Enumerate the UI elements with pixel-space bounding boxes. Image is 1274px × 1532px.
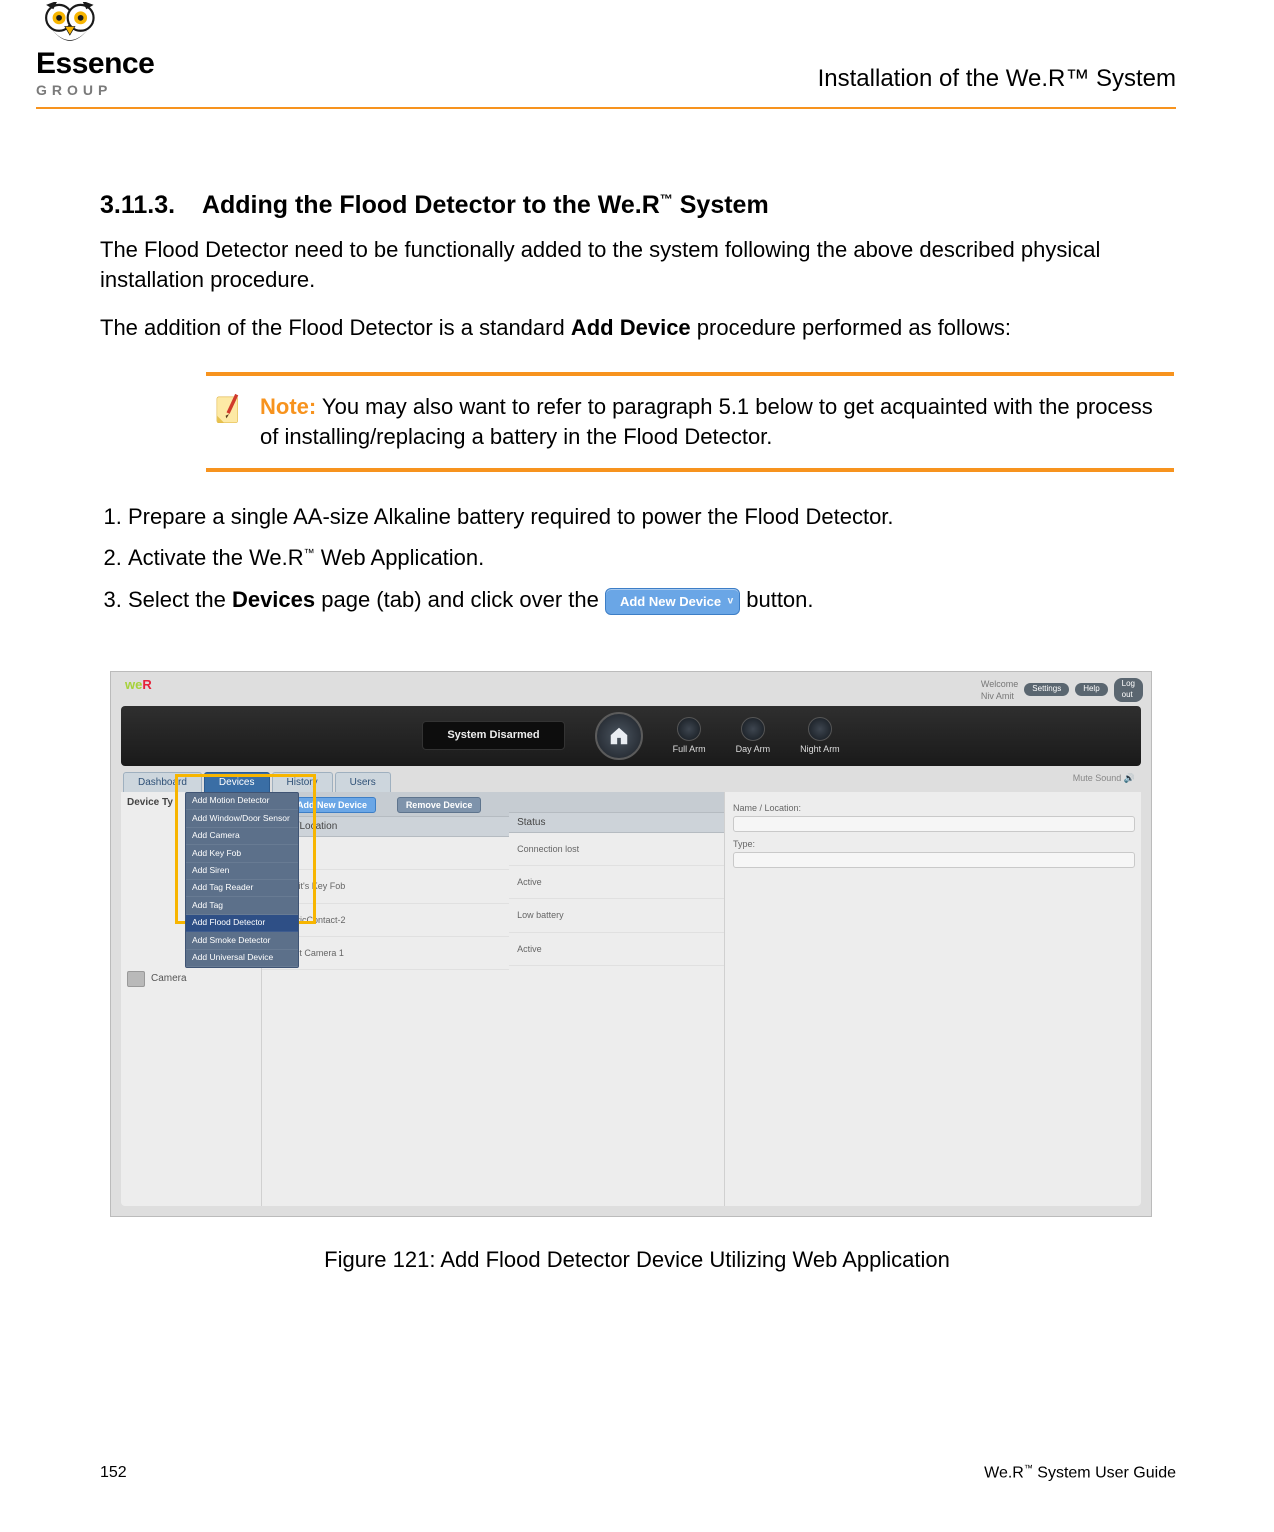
home-icon[interactable] bbox=[595, 712, 643, 760]
footer-guide-title: We.R™ System User Guide bbox=[984, 1462, 1176, 1484]
dd-flood-detector[interactable]: Add Flood Detector bbox=[186, 915, 298, 932]
note-label: Note: bbox=[260, 394, 316, 419]
status-column-header: Status bbox=[509, 813, 724, 834]
dd-tag[interactable]: Add Tag bbox=[186, 897, 298, 914]
camera-icon bbox=[127, 971, 145, 987]
detail-panel: Name / Location: Type: bbox=[725, 792, 1141, 1206]
header-chapter-title: Installation of the We.R™ System bbox=[818, 63, 1176, 99]
tm-mark: ™ bbox=[660, 192, 673, 207]
table-row: Active bbox=[509, 933, 724, 966]
tab-dashboard[interactable]: Dashboard bbox=[123, 772, 202, 793]
dd-universal[interactable]: Add Universal Device bbox=[186, 950, 298, 967]
tab-users[interactable]: Users bbox=[335, 772, 391, 793]
table-row[interactable]: Niv Test Camera 1 bbox=[262, 937, 509, 970]
main-tabs: Dashboard Devices History Users bbox=[123, 772, 393, 793]
table-row[interactable]: Niv Amit's Key Fob bbox=[262, 870, 509, 903]
dd-siren[interactable]: Add Siren bbox=[186, 863, 298, 880]
app-logo: weR bbox=[125, 676, 152, 694]
dd-keyfob[interactable]: Add Key Fob bbox=[186, 845, 298, 862]
dd-motion[interactable]: Add Motion Detector bbox=[186, 793, 298, 810]
figure-screenshot: weR Welcome Niv Amit Settings Help Log o… bbox=[110, 671, 1152, 1217]
section-title-suffix: System bbox=[673, 191, 769, 219]
settings-button[interactable]: Settings bbox=[1024, 683, 1069, 696]
note-text: Note: You may also want to refer to para… bbox=[260, 392, 1164, 451]
numbered-steps: Prepare a single AA-size Alkaline batter… bbox=[100, 502, 1174, 615]
add-remove-toolbar: Add New Device Remove Device bbox=[262, 792, 509, 817]
add-device-dropdown[interactable]: Add Motion Detector Add Window/Door Sens… bbox=[185, 792, 299, 969]
step-2: Activate the We.R™ Web Application. bbox=[128, 543, 1174, 573]
step-3: Select the Devices page (tab) and click … bbox=[128, 585, 1174, 615]
tab-devices[interactable]: Devices bbox=[204, 772, 270, 793]
brand-logo: Essence GROUP bbox=[36, 2, 154, 99]
dd-camera[interactable]: Add Camera bbox=[186, 828, 298, 845]
page-footer: 152 We.R™ System User Guide bbox=[100, 1462, 1176, 1484]
table-row: Low battery bbox=[509, 899, 724, 932]
figure-caption: Figure 121: Add Flood Detector Device Ut… bbox=[100, 1245, 1174, 1275]
note-callout: Note: You may also want to refer to para… bbox=[206, 372, 1174, 471]
section-heading: 3.11.3. Adding the Flood Detector to the… bbox=[100, 189, 1174, 223]
welcome-text: Welcome Niv Amit bbox=[981, 678, 1018, 702]
help-button[interactable]: Help bbox=[1075, 683, 1107, 696]
step-1: Prepare a single AA-size Alkaline batter… bbox=[128, 502, 1174, 532]
owl-icon bbox=[36, 2, 108, 48]
dd-tag-reader[interactable]: Add Tag Reader bbox=[186, 880, 298, 897]
day-arm-button[interactable]: Day Arm bbox=[736, 717, 771, 755]
table-row[interactable]: MagneticContact-2 bbox=[262, 904, 509, 937]
table-row: Connection lost bbox=[509, 833, 724, 866]
note-bottom-bar bbox=[206, 468, 1174, 472]
table-row[interactable]: Siren-1 bbox=[262, 837, 509, 870]
status-bar: System Disarmed Full Arm Day Arm Night A… bbox=[121, 706, 1141, 766]
section-number: 3.11.3. bbox=[100, 191, 175, 219]
page-number: 152 bbox=[100, 1462, 127, 1484]
page-header: Essence GROUP Installation of the We.R™ … bbox=[0, 0, 1274, 99]
remove-device-button[interactable]: Remove Device bbox=[397, 797, 482, 813]
table-row: Active bbox=[509, 866, 724, 899]
night-arm-button[interactable]: Night Arm bbox=[800, 717, 840, 755]
type-field-label: Type: bbox=[733, 838, 1133, 850]
logout-button[interactable]: Log out bbox=[1114, 678, 1143, 702]
logo-word: Essence bbox=[36, 44, 154, 85]
name-column-header: Name/Location bbox=[262, 817, 509, 838]
chevron-down-icon: v bbox=[728, 593, 734, 610]
name-field[interactable] bbox=[733, 816, 1135, 832]
note-icon bbox=[212, 392, 246, 426]
section-title-prefix: Adding the Flood Detector to the We.R bbox=[202, 191, 660, 219]
name-field-label: Name / Location: bbox=[733, 802, 1133, 814]
arm-status: System Disarmed bbox=[422, 721, 564, 750]
dd-window-door[interactable]: Add Window/Door Sensor bbox=[186, 810, 298, 827]
dd-smoke-detector[interactable]: Add Smoke Detector bbox=[186, 932, 298, 949]
type-field[interactable] bbox=[733, 852, 1135, 868]
logo-subtitle: GROUP bbox=[36, 81, 112, 100]
add-new-device-button[interactable]: Add New Device bbox=[288, 797, 376, 813]
paragraph-2: The addition of the Flood Detector is a … bbox=[100, 313, 1174, 343]
tm-mark: ™ bbox=[304, 548, 315, 560]
tm-mark: ™ bbox=[1024, 1463, 1033, 1473]
add-new-device-button[interactable]: Add New Devicev bbox=[605, 588, 740, 615]
header-user-strip: Welcome Niv Amit Settings Help Log out bbox=[991, 678, 1143, 702]
paragraph-1: The Flood Detector need to be functional… bbox=[100, 235, 1174, 294]
mute-sound[interactable]: Mute Sound 🔊 bbox=[1073, 772, 1135, 784]
full-arm-button[interactable]: Full Arm bbox=[673, 717, 706, 755]
tab-history[interactable]: History bbox=[272, 772, 333, 793]
